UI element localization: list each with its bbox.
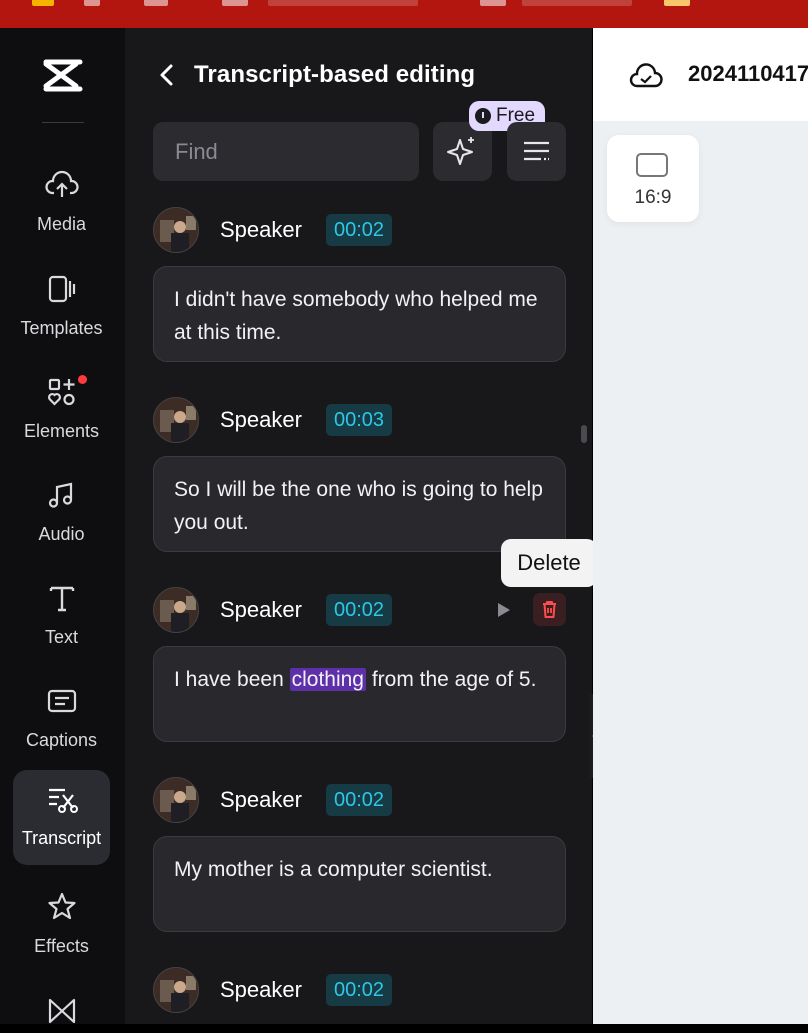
nav-label: Media [36, 214, 87, 234]
transcript-text-bubble[interactable]: I didn't have somebody who helped me at … [153, 266, 566, 362]
scrollbar-thumb[interactable] [581, 425, 587, 443]
text-segment[interactable]: from the age of 5. [366, 668, 537, 691]
speaker-avatar [153, 397, 199, 443]
speaker-avatar [153, 207, 199, 253]
nav-label: Templates [20, 318, 103, 338]
project-name[interactable]: 2024110417 [688, 61, 808, 87]
editor-header: 2024110417 [593, 28, 808, 121]
speaker-name[interactable]: Speaker [220, 407, 302, 433]
transcript-panel: Transcript-based editing Free Speaker 00… [125, 28, 597, 1024]
highlighted-word[interactable]: clothing [289, 668, 366, 691]
text-icon [45, 581, 79, 615]
nav-item-media[interactable]: Media [13, 156, 110, 251]
bookmark-icon[interactable] [268, 0, 418, 6]
cloud-upload-icon [45, 168, 79, 202]
bookmark-icon[interactable] [84, 0, 100, 6]
back-button[interactable] [155, 60, 179, 90]
transitions-icon [45, 994, 79, 1028]
speaker-avatar [153, 587, 199, 633]
timestamp-chip[interactable]: 00:03 [326, 404, 393, 436]
browser-bookmarks-strip [0, 0, 808, 28]
aspect-ratio-label: 16:9 [634, 187, 672, 208]
timestamp-chip[interactable]: 00:02 [326, 974, 393, 1006]
transcript-text-bubble[interactable]: I have been clothing from the age of 5. [153, 646, 566, 742]
transcript-text-bubble[interactable]: So I will be the one who is going to hel… [153, 456, 566, 552]
capcut-logo-icon[interactable] [40, 56, 86, 96]
nav-item-templates[interactable]: Templates [13, 260, 110, 355]
speaker-avatar [153, 967, 199, 1013]
delete-tooltip: Delete [501, 539, 597, 587]
editor-area: 2024110417 16:9 [593, 28, 808, 1024]
nav-label: Text [44, 627, 78, 647]
find-input[interactable] [153, 122, 419, 181]
nav-item-captions[interactable]: Captions [13, 672, 110, 767]
speaker-avatar [153, 777, 199, 823]
play-icon[interactable] [492, 599, 514, 621]
clock-icon [475, 108, 491, 124]
nav-item-effects[interactable]: Effects [13, 878, 110, 973]
nav-item-transcript[interactable]: Transcript [13, 770, 110, 865]
nav-item-transitions[interactable] [13, 982, 110, 1024]
bookmark-icon[interactable] [522, 0, 632, 6]
bookmark-icon[interactable] [480, 0, 506, 6]
text-segment[interactable]: I have been [174, 668, 290, 691]
list-filter-icon [524, 141, 549, 161]
panel-title: Transcript-based editing [194, 61, 476, 88]
cloud-sync-icon[interactable] [629, 62, 663, 90]
templates-icon [45, 272, 79, 306]
music-note-icon [45, 478, 79, 512]
nav-label: Elements [23, 421, 100, 441]
timestamp-chip[interactable]: 00:02 [326, 784, 393, 816]
transcript-text-bubble[interactable]: My mother is a computer scientist. [153, 836, 566, 932]
speaker-name[interactable]: Speaker [220, 977, 302, 1003]
delete-button[interactable] [533, 593, 566, 626]
timestamp-chip[interactable]: 00:02 [326, 214, 393, 246]
nav-label: Audio [38, 524, 85, 544]
nav-label: Effects [34, 936, 89, 956]
notification-badge [78, 375, 87, 384]
transcript-icon [45, 782, 79, 816]
nav-label: Transcript [21, 828, 102, 848]
aspect-ratio-button[interactable]: 16:9 [607, 135, 699, 222]
effects-icon [45, 890, 79, 924]
nav-item-text[interactable]: Text [13, 569, 110, 664]
bookmark-icon[interactable] [144, 0, 168, 6]
rail-divider [42, 122, 84, 123]
aspect-ratio-icon [636, 153, 668, 177]
nav-label: Captions [25, 730, 98, 750]
bookmark-icon[interactable] [32, 0, 54, 6]
speaker-name[interactable]: Speaker [220, 217, 302, 243]
left-nav-rail: Media Templates Elements Audio Text Capt… [0, 28, 125, 1024]
elements-icon [45, 375, 79, 409]
speaker-name[interactable]: Speaker [220, 597, 302, 623]
nav-item-audio[interactable]: Audio [13, 466, 110, 561]
bookmark-icon[interactable] [222, 0, 248, 6]
captions-icon [45, 684, 79, 718]
timestamp-chip[interactable]: 00:02 [326, 594, 393, 626]
nav-item-elements[interactable]: Elements [13, 363, 110, 458]
speaker-name[interactable]: Speaker [220, 787, 302, 813]
trash-icon [543, 601, 556, 618]
filter-menu-button[interactable] [507, 122, 566, 181]
bookmark-icon[interactable] [664, 0, 690, 6]
